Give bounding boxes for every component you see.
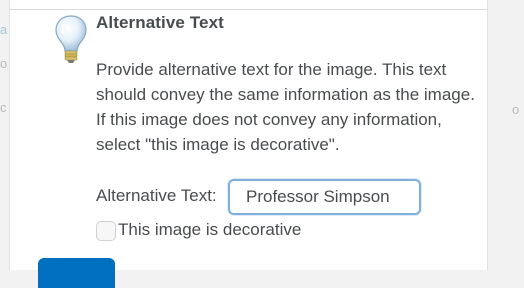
- lightbulb-icon: [55, 15, 87, 63]
- background-text-fragment: o: [512, 102, 520, 117]
- decorative-checkbox-label[interactable]: This image is decorative: [118, 220, 301, 240]
- dialog-title: Alternative Text: [96, 13, 224, 32]
- alternative-text-dialog: Alternative Text Provide alternative tex…: [9, 0, 488, 288]
- primary-button[interactable]: [38, 258, 115, 288]
- alt-text-label: Alternative Text:: [96, 186, 217, 205]
- background-text-fragment: o: [0, 56, 8, 71]
- divider: [10, 9, 487, 10]
- dialog-description: Provide alternative text for the image. …: [96, 60, 475, 154]
- alt-text-input[interactable]: [228, 179, 421, 215]
- background-text-fragment: a: [0, 22, 8, 37]
- decorative-checkbox[interactable]: [96, 221, 116, 241]
- background-text-fragment: c: [0, 100, 7, 115]
